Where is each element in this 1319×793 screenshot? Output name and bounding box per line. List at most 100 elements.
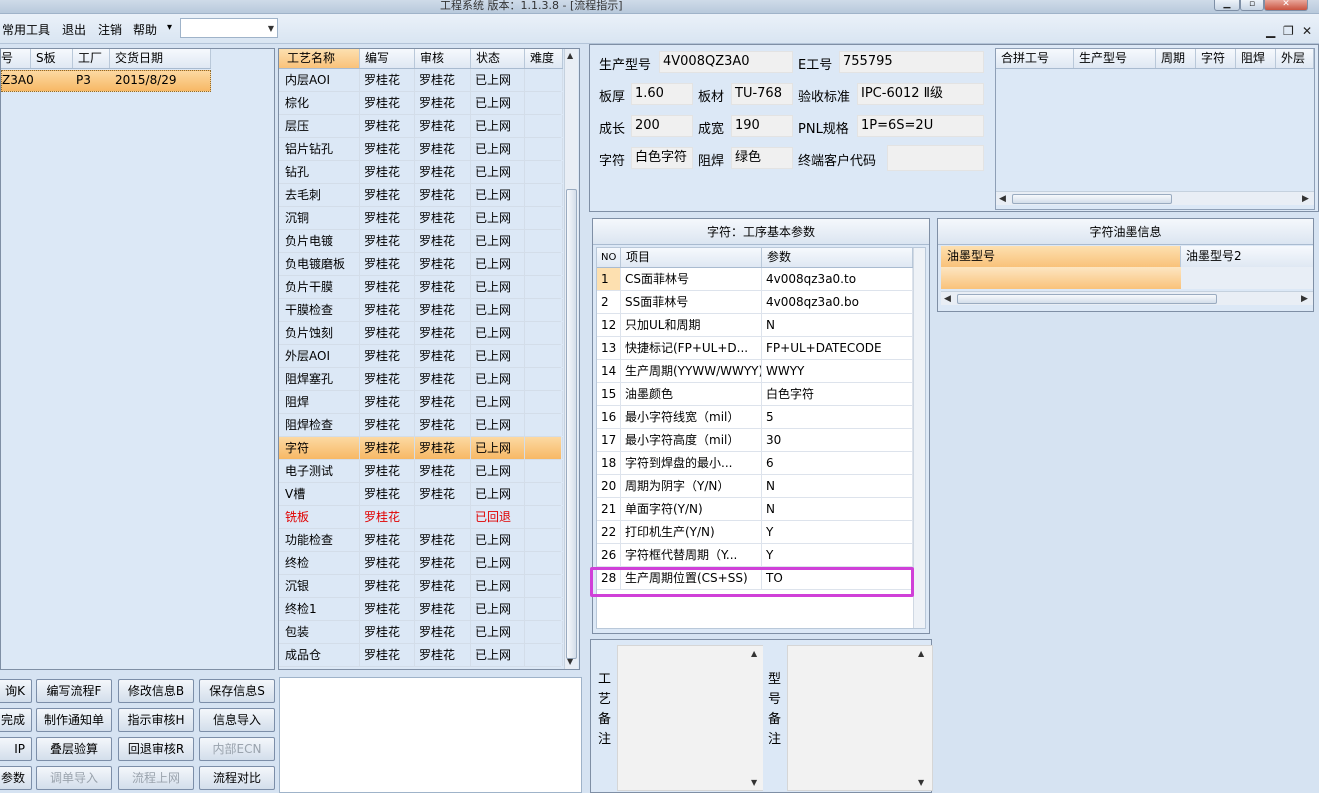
process-row[interactable]: 阻焊检查 罗桂花 罗桂花 已上网 <box>279 414 563 437</box>
maximize-button[interactable]: ▫ <box>1240 0 1264 11</box>
model-remark-textarea[interactable]: ▲ ▼ <box>787 645 933 791</box>
material-field[interactable]: TU-768 <box>731 83 793 105</box>
action-button[interactable]: 内部ECN <box>199 737 275 761</box>
length-field[interactable]: 200 <box>631 115 693 137</box>
param-row[interactable]: 15 油墨颜色 白色字符 <box>597 383 913 406</box>
scroll-left-icon[interactable]: ◀ <box>999 192 1006 206</box>
ink-row-selected[interactable] <box>941 267 1181 289</box>
process-row[interactable]: 铣板 罗桂花 已回退 <box>279 506 563 529</box>
param-row[interactable]: 14 生产周期(YYWW/WWYY) WWYY <box>597 360 913 383</box>
param-row[interactable]: 21 单面字符(Y/N) N <box>597 498 913 521</box>
header-status[interactable]: 状态 <box>471 49 525 68</box>
toolbar-combo[interactable]: ▼ <box>180 18 278 38</box>
process-row[interactable]: 负片蚀刻 罗桂花 罗桂花 已上网 <box>279 322 563 345</box>
help-dropdown-icon[interactable]: ▾ <box>167 22 172 33</box>
thickness-field[interactable]: 1.60 <box>631 83 693 105</box>
scroll-up-icon[interactable]: ▲ <box>918 649 924 658</box>
param-row[interactable]: 12 只加UL和周期 N <box>597 314 913 337</box>
action-button[interactable]: 制作通知单 <box>36 708 112 732</box>
param-row[interactable]: 20 周期为阴字（Y/N） N <box>597 475 913 498</box>
process-row[interactable]: 负片干膜 罗桂花 罗桂花 已上网 <box>279 276 563 299</box>
action-button[interactable]: 修改信息B <box>118 679 194 703</box>
header-factory[interactable]: 工厂 <box>73 49 110 68</box>
scroll-thumb[interactable] <box>1012 194 1172 204</box>
param-row[interactable]: 26 字符框代替周期（Y... Y <box>597 544 913 567</box>
standard-field[interactable]: IPC-6012 Ⅱ级 <box>857 83 984 105</box>
process-row[interactable]: 沉银 罗桂花 罗桂花 已上网 <box>279 575 563 598</box>
action-button[interactable]: 保存信息S <box>199 679 275 703</box>
header-no[interactable]: NO <box>597 248 621 267</box>
header-reviewer[interactable]: 审核 <box>415 49 471 68</box>
action-button[interactable]: 信息导入 <box>199 708 275 732</box>
process-row[interactable]: 钻孔 罗桂花 罗桂花 已上网 <box>279 161 563 184</box>
model-remark-scrollbar[interactable]: ▲ ▼ <box>916 646 930 790</box>
action-button[interactable]: 调单导入 <box>36 766 112 790</box>
action-button[interactable]: 叠层验算 <box>36 737 112 761</box>
scroll-thumb[interactable] <box>957 294 1217 304</box>
header-merge-cycle[interactable]: 周期 <box>1156 49 1196 68</box>
mdi-minimize-icon[interactable]: ▁ <box>1266 24 1275 38</box>
close-button[interactable]: ✕ <box>1264 0 1308 11</box>
process-row[interactable]: 电子测试 罗桂花 罗桂花 已上网 <box>279 460 563 483</box>
param-row[interactable]: 22 打印机生产(Y/N) Y <box>597 521 913 544</box>
process-row[interactable]: 去毛刺 罗桂花 罗桂花 已上网 <box>279 184 563 207</box>
scroll-right-icon[interactable]: ▶ <box>1302 192 1309 206</box>
process-row[interactable]: 成品仓 罗桂花 罗桂花 已上网 <box>279 644 563 667</box>
process-row[interactable]: 内层AOI 罗桂花 罗桂花 已上网 <box>279 69 563 92</box>
param-row[interactable]: 16 最小字符线宽（mil） 5 <box>597 406 913 429</box>
header-item[interactable]: 项目 <box>621 248 762 267</box>
mdi-restore-icon[interactable]: ❐ <box>1283 24 1294 38</box>
action-button[interactable]: 流程对比 <box>199 766 275 790</box>
mdi-close-icon[interactable]: ✕ <box>1302 24 1312 38</box>
merge-hscroll[interactable]: ◀ ▶ <box>996 191 1314 205</box>
param-row[interactable]: 18 字符到焊盘的最小... 6 <box>597 452 913 475</box>
action-button[interactable]: 流程上网 <box>118 766 194 790</box>
header-param[interactable]: 参数 <box>762 248 913 267</box>
ink-header-2[interactable]: 油墨型号2 <box>1181 246 1313 267</box>
scroll-down-icon[interactable]: ▼ <box>751 778 757 787</box>
header-difficulty[interactable]: 难度 <box>525 49 563 68</box>
action-button[interactable]: 编写流程F <box>36 679 112 703</box>
scroll-thumb[interactable] <box>566 189 577 659</box>
process-remark-textarea[interactable]: ▲ ▼ <box>617 645 763 791</box>
header-s-board[interactable]: S板 <box>31 49 73 68</box>
menu-exit[interactable]: 退出 <box>62 21 86 38</box>
process-row[interactable]: 负片电镀 罗桂花 罗桂花 已上网 <box>279 230 563 253</box>
header-merge-solder[interactable]: 阻焊 <box>1236 49 1276 68</box>
header-delivery-date[interactable]: 交货日期 <box>110 49 211 68</box>
customer-field[interactable] <box>887 145 984 171</box>
header-writer[interactable]: 编写 <box>360 49 415 68</box>
scroll-left-icon[interactable]: ◀ <box>944 292 951 306</box>
action-button[interactable]: 参数 <box>0 766 32 790</box>
legend-field[interactable]: 白色字符 <box>631 147 693 169</box>
header-order-no[interactable]: 号 <box>1 49 31 68</box>
scroll-up-icon[interactable]: ▲ <box>751 649 757 658</box>
param-row[interactable]: 1 CS面菲林号 4v008qz3a0.to <box>597 268 913 291</box>
header-merge-outer[interactable]: 外层 <box>1276 49 1314 68</box>
action-button[interactable]: IP <box>0 737 32 761</box>
menu-logout[interactable]: 注销 <box>98 21 122 38</box>
process-row[interactable]: 阻焊塞孔 罗桂花 罗桂花 已上网 <box>279 368 563 391</box>
process-row[interactable]: 终检1 罗桂花 罗桂花 已上网 <box>279 598 563 621</box>
width-field[interactable]: 190 <box>731 115 793 137</box>
menu-common-tools[interactable]: 常用工具 <box>2 21 50 38</box>
order-row-selected[interactable]: Z3A0 P3 2015/8/29 <box>1 70 211 92</box>
ink-hscroll[interactable]: ◀ ▶ <box>941 291 1313 305</box>
model-field[interactable]: 4V008QZ3A0 <box>659 51 793 73</box>
e-no-field[interactable]: 755795 <box>839 51 984 73</box>
process-row[interactable]: 终检 罗桂花 罗桂花 已上网 <box>279 552 563 575</box>
process-row[interactable]: 负电镀磨板 罗桂花 罗桂花 已上网 <box>279 253 563 276</box>
action-button[interactable]: 指示审核H <box>118 708 194 732</box>
header-merge-legend[interactable]: 字符 <box>1196 49 1236 68</box>
action-button[interactable]: 询K <box>0 679 32 703</box>
solder-field[interactable]: 绿色 <box>731 147 793 169</box>
param-row[interactable]: 17 最小字符高度（mil） 30 <box>597 429 913 452</box>
process-row[interactable]: 外层AOI 罗桂花 罗桂花 已上网 <box>279 345 563 368</box>
process-row[interactable]: 铝片钻孔 罗桂花 罗桂花 已上网 <box>279 138 563 161</box>
ink-header-1[interactable]: 油墨型号 <box>941 246 1181 267</box>
scroll-down-icon[interactable]: ▼ <box>567 657 573 666</box>
param-row[interactable]: 2 SS面菲林号 4v008qz3a0.bo <box>597 291 913 314</box>
process-row[interactable]: V槽 罗桂花 罗桂花 已上网 <box>279 483 563 506</box>
scroll-right-icon[interactable]: ▶ <box>1301 292 1308 306</box>
process-row[interactable]: 层压 罗桂花 罗桂花 已上网 <box>279 115 563 138</box>
